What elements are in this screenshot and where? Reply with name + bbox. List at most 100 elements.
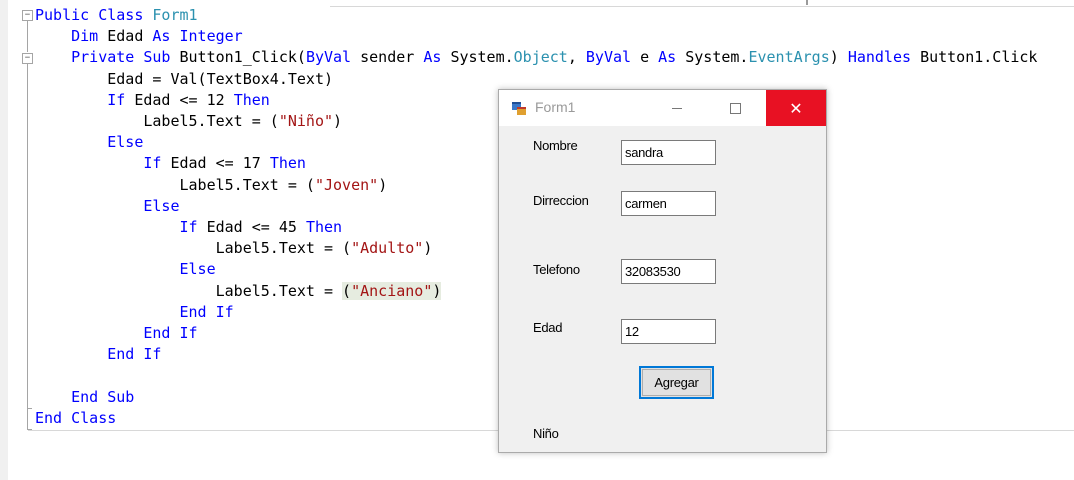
code-token: If bbox=[179, 218, 207, 236]
code-line: End Sub bbox=[35, 387, 134, 408]
code-line: End If bbox=[35, 323, 198, 344]
code-line: Label5.Text = ("Joven") bbox=[35, 175, 387, 196]
code-token: Private Sub bbox=[71, 48, 180, 67]
code-token: ) bbox=[333, 112, 343, 130]
agregar-button[interactable]: Agregar bbox=[639, 366, 714, 399]
form-app-icon bbox=[512, 102, 526, 115]
code-token: ByVal bbox=[585, 48, 641, 67]
code-token: ) bbox=[432, 281, 442, 300]
close-icon: ✕ bbox=[789, 98, 803, 118]
collapse-icon[interactable]: − bbox=[22, 10, 33, 21]
code-token: EventArgs bbox=[748, 48, 830, 67]
code-line: If Edad <= 17 Then bbox=[35, 153, 306, 174]
edad-textbox[interactable]: 12 bbox=[621, 319, 716, 344]
code-token: Button1_Click( bbox=[179, 48, 306, 67]
direccion-label: Dirreccion bbox=[533, 193, 589, 208]
result-label: Niño bbox=[533, 426, 559, 441]
code-token: As bbox=[423, 48, 451, 67]
code-token: End Sub bbox=[71, 387, 135, 406]
code-token: End If bbox=[143, 324, 198, 342]
code-line: Label5.Text = ("Adulto") bbox=[35, 238, 433, 259]
code-token: Label5.Text = bbox=[35, 281, 343, 300]
code-line: Label5.Text = ("Anciano") bbox=[35, 281, 442, 302]
code-line: If Edad <= 45 Then bbox=[35, 217, 343, 238]
code-token: "Adulto" bbox=[351, 239, 424, 258]
code-token: End If bbox=[179, 302, 234, 321]
code-token: Edad bbox=[107, 27, 153, 46]
minimize-icon bbox=[672, 107, 682, 109]
nombre-textbox[interactable]: sandra bbox=[621, 140, 716, 165]
code-token: System. bbox=[685, 48, 749, 67]
telefono-label: Telefono bbox=[533, 262, 580, 277]
code-token: Else bbox=[143, 196, 180, 215]
code-token: Label5.Text = ( bbox=[35, 175, 315, 194]
outline-line bbox=[27, 408, 28, 430]
code-token: System. bbox=[450, 48, 514, 67]
code-line: Edad = Val(TextBox4.Text) bbox=[35, 69, 333, 90]
telefono-textbox[interactable]: 32083530 bbox=[621, 259, 716, 284]
code-token: ) bbox=[423, 239, 433, 258]
nombre-label: Nombre bbox=[533, 138, 578, 153]
code-token: Edad <= 17 bbox=[170, 154, 270, 173]
top-divider bbox=[330, 0, 1074, 7]
code-token: End Class bbox=[35, 408, 117, 427]
top-splitter bbox=[806, 0, 808, 5]
collapse-icon[interactable]: − bbox=[22, 53, 33, 64]
code-token: ( bbox=[342, 281, 352, 300]
code-token: As bbox=[658, 48, 686, 67]
code-line: End If bbox=[35, 302, 234, 323]
code-line: Else bbox=[35, 196, 180, 217]
code-line: Else bbox=[35, 259, 216, 280]
code-line: Public Class Form1 bbox=[35, 5, 198, 26]
direccion-textbox[interactable]: carmen bbox=[621, 191, 716, 216]
maximize-button[interactable] bbox=[712, 90, 758, 126]
code-token: If bbox=[107, 90, 135, 109]
title-bar[interactable]: Form1 ✕ bbox=[499, 90, 826, 126]
code-token: Handles bbox=[847, 48, 921, 67]
code-line: Private Sub Button1_Click( ByVal sender A… bbox=[35, 47, 1037, 68]
code-line: End If bbox=[35, 344, 161, 365]
code-token: Label5.Text = ( bbox=[35, 112, 279, 130]
code-token: Label5.Text = ( bbox=[35, 239, 352, 258]
editor-margin bbox=[0, 0, 8, 480]
code-line: Else bbox=[35, 132, 143, 153]
code-token: Object bbox=[513, 48, 568, 67]
code-token: As Integer bbox=[152, 27, 243, 46]
code-token: Form1 bbox=[152, 6, 198, 24]
code-token: Dim bbox=[71, 27, 108, 46]
code-token: sender bbox=[360, 48, 424, 67]
code-token: Edad <= 45 bbox=[206, 218, 306, 236]
code-line: If Edad <= 12 Then bbox=[35, 90, 270, 111]
code-token: ) bbox=[378, 175, 388, 194]
code-token: Edad <= 12 bbox=[134, 90, 234, 109]
code-line: Label5.Text = ("Niño") bbox=[35, 111, 342, 132]
code-token: Then bbox=[269, 154, 306, 173]
code-line: End Class bbox=[35, 408, 116, 429]
code-token: Edad = Val(TextBox4.Text) bbox=[35, 69, 334, 88]
minimize-button[interactable] bbox=[654, 90, 700, 126]
code-token: End If bbox=[107, 345, 162, 364]
form1-window[interactable]: Form1 ✕ Nombre sandra Dirreccion carmen … bbox=[498, 89, 827, 453]
code-token: Public Class bbox=[35, 6, 153, 24]
edad-label: Edad bbox=[533, 320, 563, 335]
button-focus-rect bbox=[642, 369, 711, 396]
code-token: "Niño" bbox=[278, 112, 334, 130]
close-button[interactable]: ✕ bbox=[766, 90, 826, 126]
code-token: "Anciano" bbox=[351, 281, 433, 300]
code-token: ) bbox=[829, 48, 848, 67]
outline-line bbox=[27, 64, 28, 408]
code-line: Dim Edad As Integer bbox=[35, 26, 243, 47]
code-token: Else bbox=[179, 260, 216, 279]
outline-line bbox=[27, 21, 28, 52]
maximize-icon bbox=[729, 102, 741, 114]
code-token: "Joven" bbox=[314, 175, 379, 194]
window-title: Form1 bbox=[535, 99, 576, 115]
code-token: Button1.Click bbox=[920, 48, 1038, 67]
code-token: Then bbox=[233, 90, 270, 109]
